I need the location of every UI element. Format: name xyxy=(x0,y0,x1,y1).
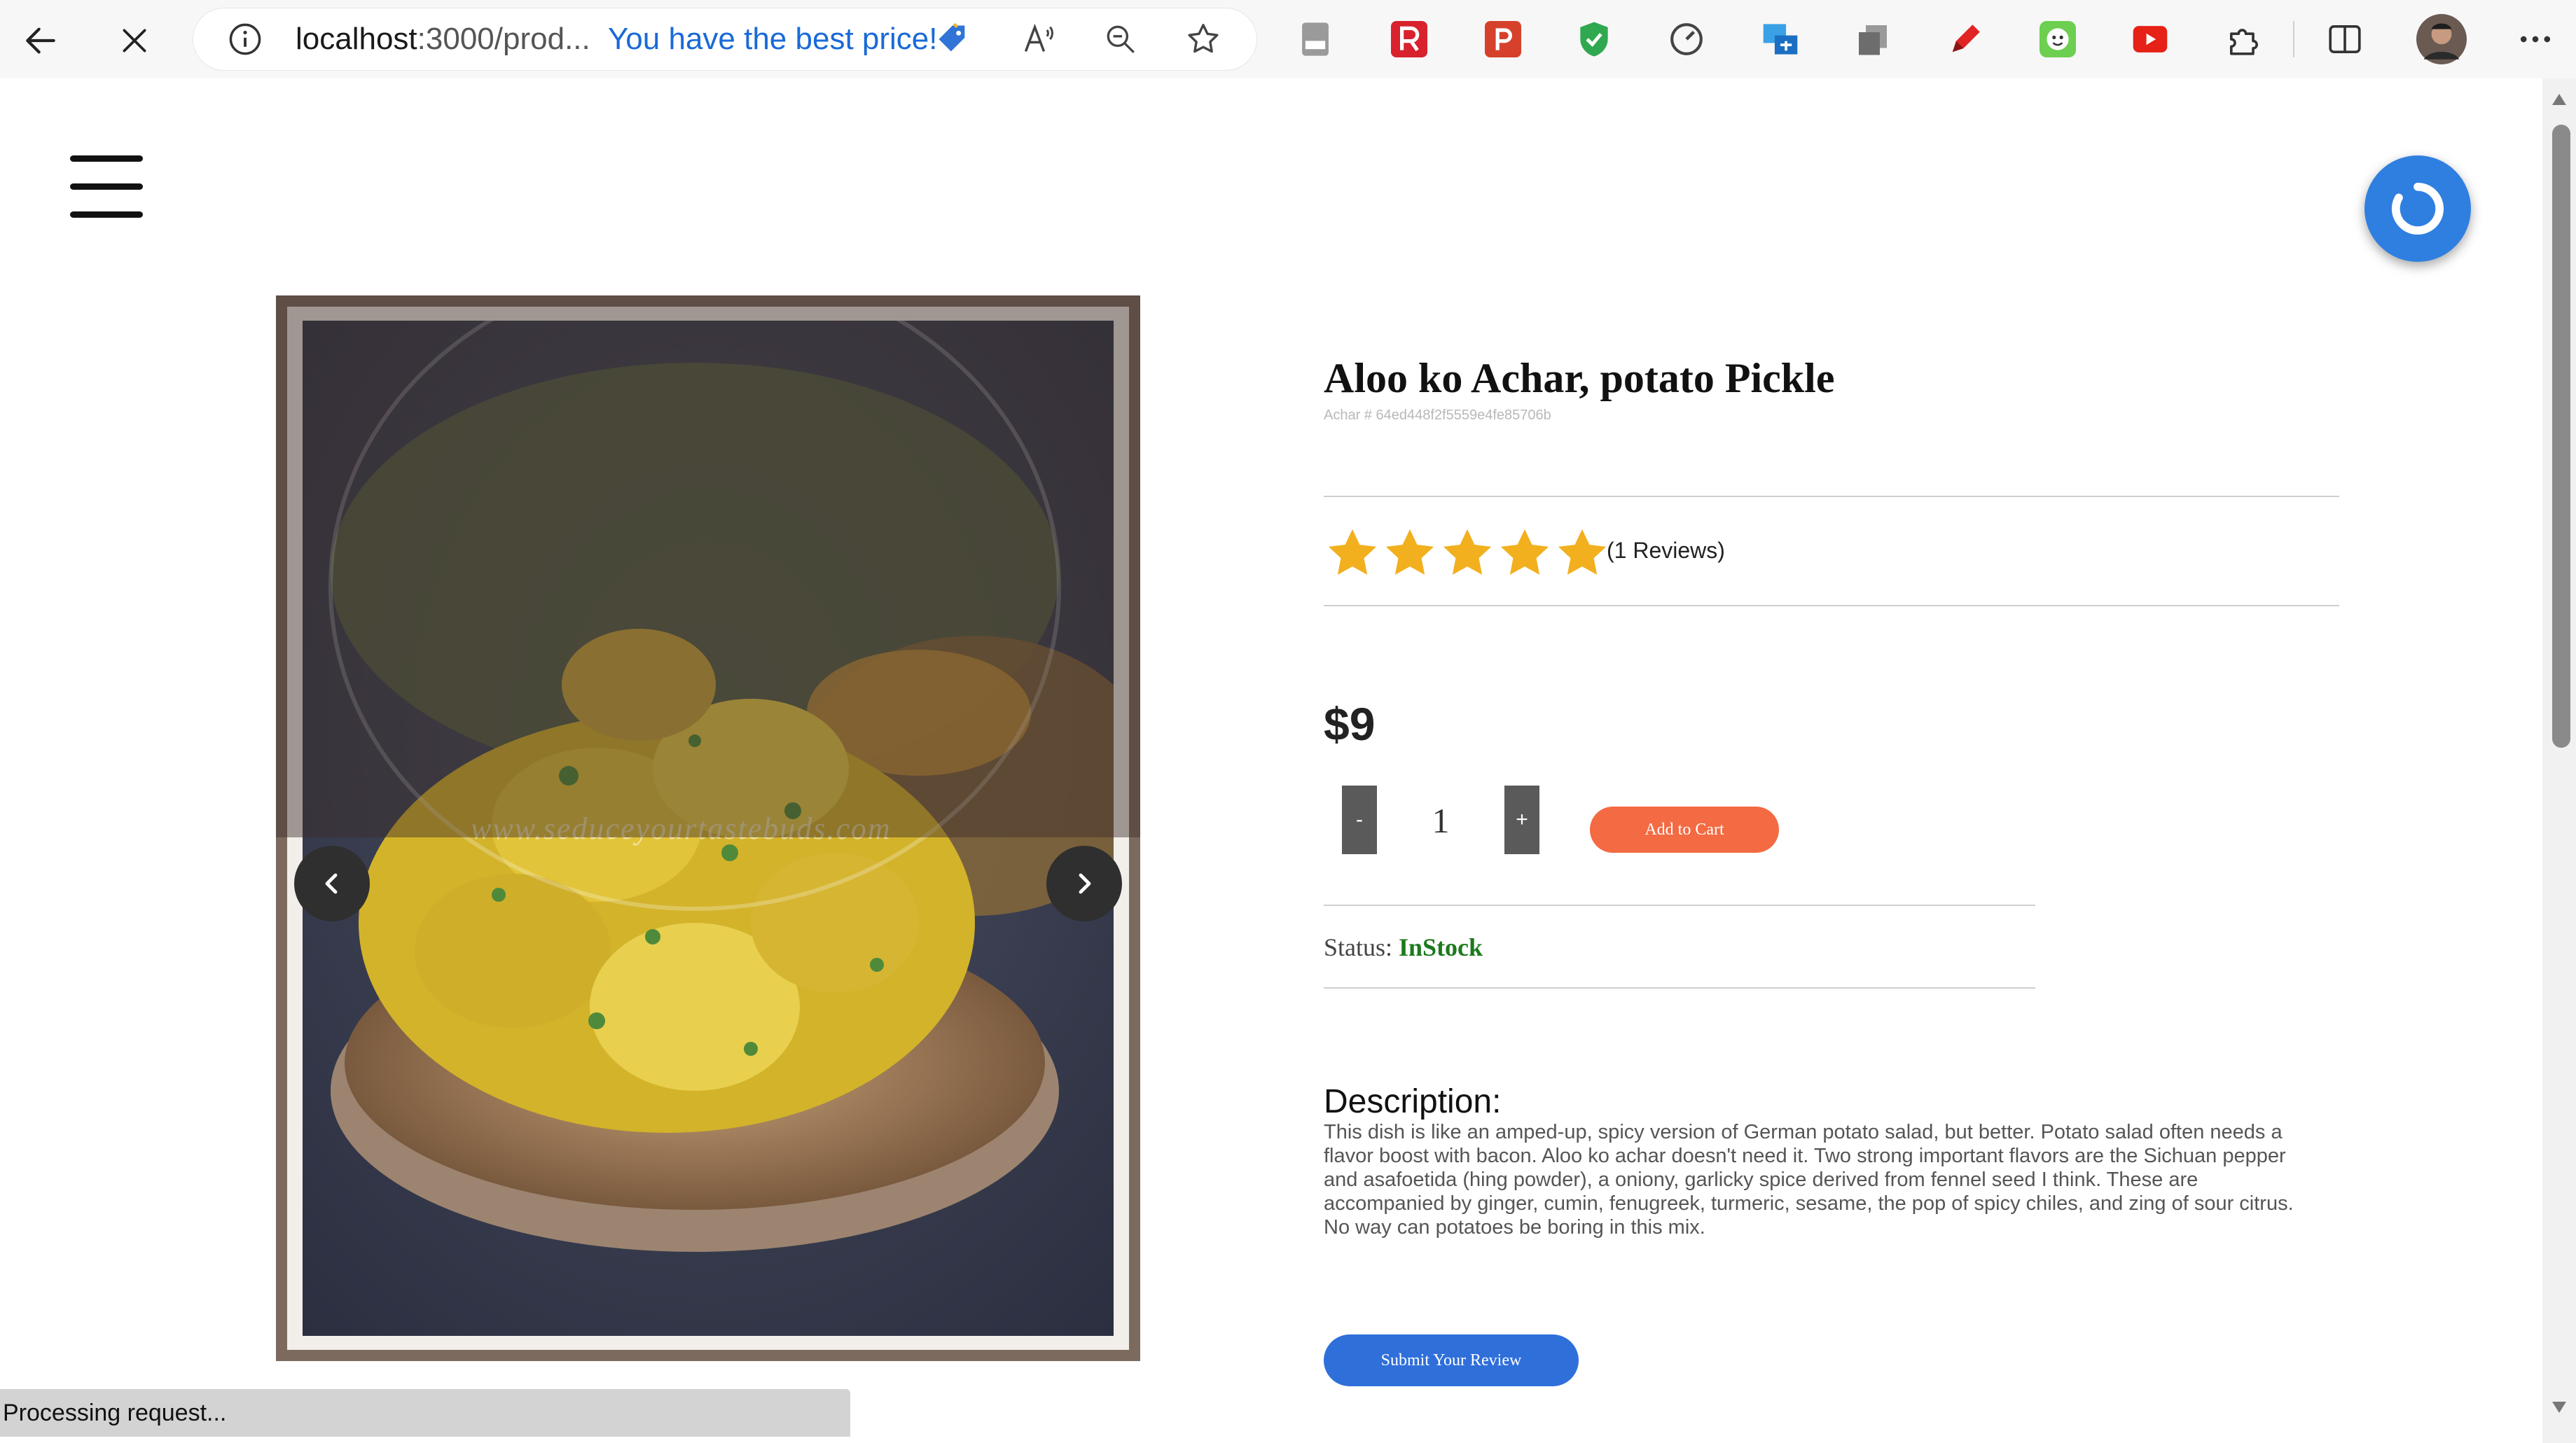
back-arrow-icon[interactable] xyxy=(15,15,66,66)
info-icon[interactable] xyxy=(227,21,263,57)
add-to-cart-button[interactable]: Add to Cart xyxy=(1590,807,1779,853)
submit-review-button[interactable]: Submit Your Review xyxy=(1324,1334,1579,1386)
divider xyxy=(1324,496,2339,497)
scroll-up-icon[interactable] xyxy=(2551,92,2568,106)
product-price: $9 xyxy=(1324,698,1376,750)
star-icon xyxy=(1385,529,1434,575)
product-image-carousel[interactable]: www.seduceyourtastebuds.com xyxy=(276,295,1140,1361)
star-icon xyxy=(1443,529,1492,575)
smiley-icon[interactable] xyxy=(2037,18,2079,60)
stop-loading-icon[interactable] xyxy=(109,15,160,66)
scrollbar-thumb[interactable] xyxy=(2552,125,2570,748)
quantity-input[interactable] xyxy=(1401,791,1481,850)
star-icon xyxy=(1328,529,1377,575)
divider xyxy=(1324,605,2339,606)
divider xyxy=(1324,987,2035,989)
hamburger-menu-icon[interactable] xyxy=(70,154,146,224)
description-heading: Description: xyxy=(1324,1083,1502,1120)
photo-overlay xyxy=(276,295,1140,837)
pdf-icon[interactable] xyxy=(1294,18,1336,60)
review-count: (1 Reviews) xyxy=(1607,538,1725,563)
browser-status-bar: Processing request... xyxy=(0,1389,850,1437)
carousel-prev-button[interactable] xyxy=(294,846,370,921)
copy-icon[interactable] xyxy=(1852,18,1894,60)
read-aloud-icon[interactable] xyxy=(1020,20,1059,59)
extension-r-icon[interactable] xyxy=(1388,18,1430,60)
star-icon xyxy=(1558,529,1607,575)
rating-stars xyxy=(1324,525,1611,581)
stock-status: Status: InStock xyxy=(1324,933,1483,962)
more-menu-icon[interactable] xyxy=(2514,18,2556,60)
scroll-down-icon[interactable] xyxy=(2551,1400,2568,1414)
url-host: localhost xyxy=(296,22,417,56)
favorite-star-icon[interactable] xyxy=(1184,20,1223,59)
screen-translate-icon[interactable] xyxy=(1759,18,1801,60)
product-title: Aloo ko Achar, potato Pickle xyxy=(1324,355,1835,401)
star-icon xyxy=(1500,529,1549,575)
zoom-icon[interactable] xyxy=(1101,20,1140,59)
description-text: This dish is like an amped-up, spicy ver… xyxy=(1324,1121,2294,1239)
product-id: Achar # 64ed448f2f5559e4fe85706b xyxy=(1324,407,1551,423)
status-label: Status: xyxy=(1324,933,1399,961)
url-text[interactable]: localhost:3000/prod... xyxy=(296,8,590,70)
toolbar-divider xyxy=(2293,21,2294,57)
split-screen-icon[interactable] xyxy=(2324,18,2366,60)
quantity-increase-button[interactable]: + xyxy=(1504,786,1539,854)
pen-icon[interactable] xyxy=(1944,18,1986,60)
address-bar[interactable]: localhost:3000/prod... You have the best… xyxy=(193,8,1256,70)
carousel-next-button[interactable] xyxy=(1046,846,1122,921)
youtube-icon[interactable] xyxy=(2129,18,2171,60)
speed-gauge-icon[interactable] xyxy=(1666,18,1708,60)
browser-toolbar: localhost:3000/prod... You have the best… xyxy=(0,0,2576,78)
divider xyxy=(1324,905,2035,906)
extensions-puzzle-icon[interactable] xyxy=(2223,18,2265,60)
loading-spinner-icon xyxy=(2364,155,2471,262)
extension-p-icon[interactable] xyxy=(1482,18,1524,60)
profile-avatar[interactable] xyxy=(2416,14,2467,64)
status-value: InStock xyxy=(1399,933,1483,961)
price-tag-text[interactable]: You have the best price! xyxy=(608,8,938,70)
shield-icon[interactable] xyxy=(1573,18,1615,60)
price-tag-icon[interactable] xyxy=(933,20,972,59)
quantity-decrease-button[interactable]: - xyxy=(1342,786,1377,854)
url-path: :3000/prod... xyxy=(417,22,590,56)
